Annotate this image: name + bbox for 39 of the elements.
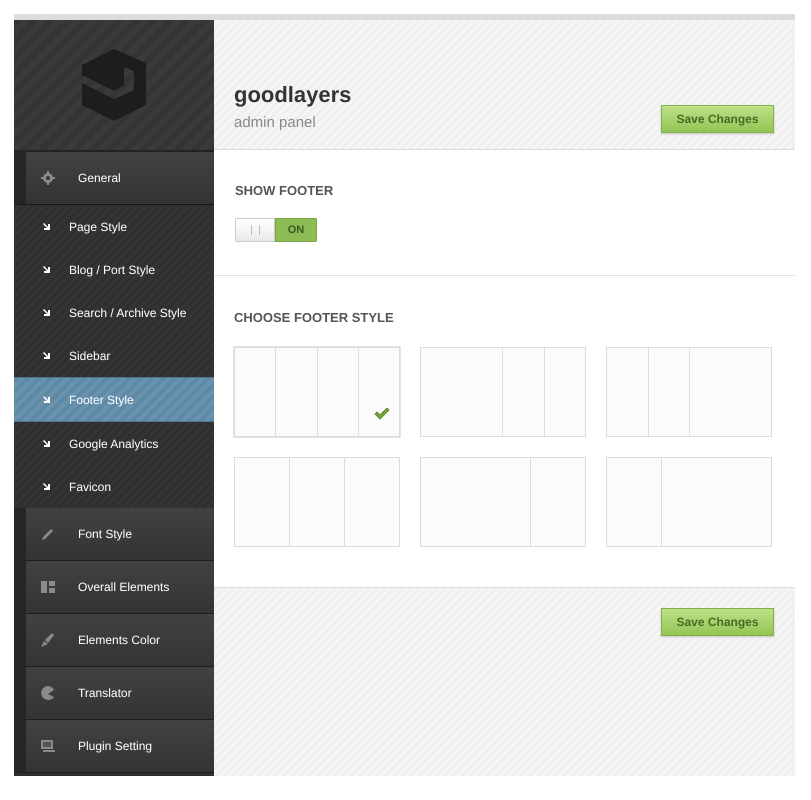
section-label: CHOOSE FOOTER STYLE: [234, 310, 395, 325]
save-changes-button[interactable]: Save Changes: [661, 608, 774, 636]
section-label: SHOW FOOTER: [235, 183, 334, 198]
arrow-icon: [42, 265, 51, 274]
submenu-item[interactable]: Page Style: [14, 205, 214, 248]
menu-item[interactable]: Translator: [14, 667, 214, 720]
menu-item[interactable]: Elements Color: [14, 614, 214, 667]
arrow-icon: [42, 439, 51, 448]
arrow-icon: [42, 395, 51, 404]
layout-option[interactable]: [234, 347, 400, 437]
pencil-icon: [40, 526, 56, 542]
brush-icon: [40, 632, 56, 648]
arrow-icon: [42, 482, 51, 491]
layout-option[interactable]: [420, 347, 586, 437]
submenu-item[interactable]: Footer Style: [14, 377, 214, 422]
monitor-icon: [40, 738, 56, 754]
pacman-icon: [40, 685, 56, 701]
site-subtitle: admin panel: [234, 114, 317, 133]
layout-option[interactable]: [234, 457, 400, 547]
menu-item[interactable]: Font Style: [14, 508, 214, 561]
submenu-item[interactable]: Favicon: [14, 465, 214, 508]
submenu-item[interactable]: Sidebar: [14, 334, 214, 377]
submenu-item[interactable]: Search / Archive Style: [14, 291, 214, 334]
layout-option[interactable]: [420, 457, 586, 547]
menu-item[interactable]: Overall Elements: [14, 561, 214, 614]
layout-option[interactable]: [606, 457, 772, 547]
menu-item[interactable]: General: [14, 152, 214, 205]
arrow-icon: [42, 222, 51, 231]
menu-item[interactable]: Plugin Setting: [14, 720, 214, 773]
submenu-item[interactable]: Blog / Port Style: [14, 248, 214, 291]
gear-icon: [40, 170, 56, 186]
layout-icon: [40, 579, 56, 595]
arrow-icon: [42, 308, 51, 317]
save-changes-button[interactable]: Save Changes: [661, 105, 774, 133]
site-title: goodlayers: [234, 82, 352, 108]
check-icon: [374, 408, 390, 420]
arrow-icon: [42, 351, 51, 360]
layout-option[interactable]: [606, 347, 772, 437]
submenu-item[interactable]: Google Analytics: [14, 422, 214, 465]
